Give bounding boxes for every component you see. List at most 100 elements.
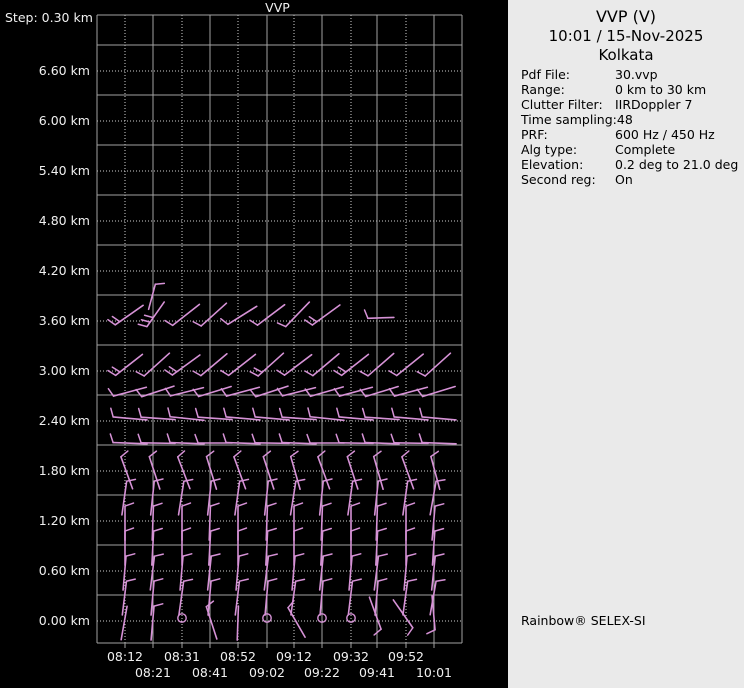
- wind-barb-tick: [111, 315, 121, 323]
- wind-barb-tick: [388, 370, 398, 377]
- field-row-time-sampling: Time sampling:48: [521, 112, 740, 127]
- wind-barb-tick: [153, 578, 164, 582]
- wind-barb-tick: [220, 318, 229, 326]
- field-row-alg-type: Alg type: Complete: [521, 142, 740, 157]
- panel-datetime: 10:01 / 15-Nov-2025: [548, 27, 704, 45]
- wind-barb-tick: [306, 433, 311, 444]
- wind-barb-staff: [256, 303, 286, 326]
- wind-barb-tick: [406, 478, 418, 482]
- field-label: Time sampling:48: [521, 112, 633, 127]
- wind-barb-tick: [220, 369, 230, 377]
- wind-barb-tick: [237, 502, 248, 507]
- wind-barb-tick: [137, 407, 142, 418]
- wind-barb-tick: [194, 407, 199, 418]
- wind-barb-tick: [135, 388, 143, 398]
- wind-barb-tick: [361, 407, 366, 418]
- wind-barb-staff: [284, 301, 311, 328]
- wind-barb-tick: [304, 370, 314, 377]
- field-row-range: Range: 0 km to 30 km: [521, 82, 740, 97]
- field-label: Second reg:: [521, 172, 596, 187]
- wind-barb-tick: [168, 365, 178, 373]
- wind-barb-tick: [419, 407, 423, 418]
- wind-barb-tick: [373, 628, 382, 636]
- field-label: Range:: [521, 82, 565, 97]
- x-axis-label: 09:02: [249, 665, 285, 680]
- wind-barb-tick: [293, 527, 304, 532]
- wind-barb-tick: [164, 319, 174, 327]
- field-value: Complete: [615, 142, 676, 157]
- wind-barb-tick: [322, 553, 333, 557]
- wind-barb-staff: [424, 352, 452, 377]
- wind-barb-tick: [418, 433, 423, 444]
- field-value: 0 km to 30 km: [615, 82, 707, 97]
- wind-barb-tick: [401, 450, 410, 458]
- wind-barb-tick: [238, 478, 250, 482]
- wind-barb-tick: [109, 433, 114, 444]
- wind-barb-tick: [266, 527, 277, 532]
- field-row-second-reg: Second reg: On: [521, 172, 740, 187]
- wind-barb-tick: [322, 478, 333, 482]
- wind-barb-tick: [107, 369, 117, 377]
- wind-barb-tick: [321, 502, 332, 507]
- wind-barb-tick: [153, 603, 164, 607]
- x-axis-label: 08:31: [164, 649, 200, 664]
- step-label: Step: 0.30 km: [5, 10, 93, 25]
- wind-barb-tick: [390, 433, 395, 444]
- wind-barb-staff: [367, 316, 395, 320]
- wind-barb-tick: [351, 578, 362, 582]
- wind-barb-tick: [293, 502, 304, 507]
- wind-barb-tick: [266, 502, 277, 507]
- wind-barb-tick: [435, 578, 446, 583]
- panel-title: VVP (V): [595, 7, 657, 26]
- wind-barb-tick: [222, 433, 227, 444]
- wind-barb-staff: [367, 352, 395, 377]
- wind-barb-tick: [164, 369, 174, 376]
- wind-barb-tick: [166, 433, 171, 444]
- wind-barb-tick: [249, 388, 257, 398]
- field-label: Alg type:: [521, 142, 578, 157]
- wind-barb-tick: [253, 367, 263, 374]
- wind-barb-tick: [125, 578, 136, 582]
- x-axis-label: 08:12: [107, 649, 143, 664]
- y-axis-label: 2.40 km: [39, 413, 90, 428]
- wind-barb-tick: [182, 553, 193, 557]
- field-label: Elevation:: [521, 157, 584, 172]
- field-label: Pdf File:: [521, 67, 570, 82]
- wind-barb-staff: [147, 283, 157, 311]
- wind-barb-tick: [249, 370, 259, 377]
- field-label: Clutter Filter:: [521, 97, 603, 112]
- wind-barb-tick: [361, 433, 366, 444]
- wind-barb-tick: [125, 478, 137, 482]
- wind-barb-tick: [183, 478, 194, 482]
- y-axis-label: 4.80 km: [39, 213, 90, 228]
- x-axis-label: 09:32: [333, 649, 369, 664]
- wind-barb-tick: [209, 502, 220, 507]
- wind-barb-tick: [406, 553, 417, 557]
- wind-barb-tick: [406, 626, 414, 636]
- wind-barb-tick: [107, 318, 117, 326]
- field-row-elevation: Elevation: 0.2 deg to 21.0 deg: [521, 157, 740, 172]
- wind-barb-staff: [205, 605, 218, 640]
- wind-barb-tick: [209, 527, 220, 532]
- wind-barb-tick: [434, 527, 445, 532]
- wind-barb-tick: [124, 527, 135, 532]
- wind-barb-tick: [376, 502, 387, 507]
- wind-barb-tick: [124, 502, 135, 507]
- wind-barb-tick: [251, 433, 256, 444]
- wind-barb-tick: [182, 578, 194, 582]
- wind-barb-staff: [236, 605, 240, 641]
- x-axis-label: 08:41: [192, 665, 228, 680]
- wind-barb-tick: [406, 578, 418, 582]
- x-axis-label: 08:52: [220, 649, 256, 664]
- wind-barb-tick: [337, 366, 347, 373]
- x-axis-label: 09:12: [276, 649, 312, 664]
- panel-fields: Pdf File: 30.vvp Range: 0 km to 30 km Cl…: [521, 67, 740, 187]
- y-axis-label: 3.60 km: [39, 313, 90, 328]
- wind-barb-tick: [278, 433, 283, 444]
- field-value: On: [615, 172, 633, 187]
- wind-barb-tick: [405, 502, 416, 507]
- wind-barb-tick: [321, 527, 332, 532]
- plot-title: VVP: [265, 0, 290, 15]
- wind-barb-tick: [294, 553, 305, 557]
- wind-barb-tick: [276, 322, 287, 328]
